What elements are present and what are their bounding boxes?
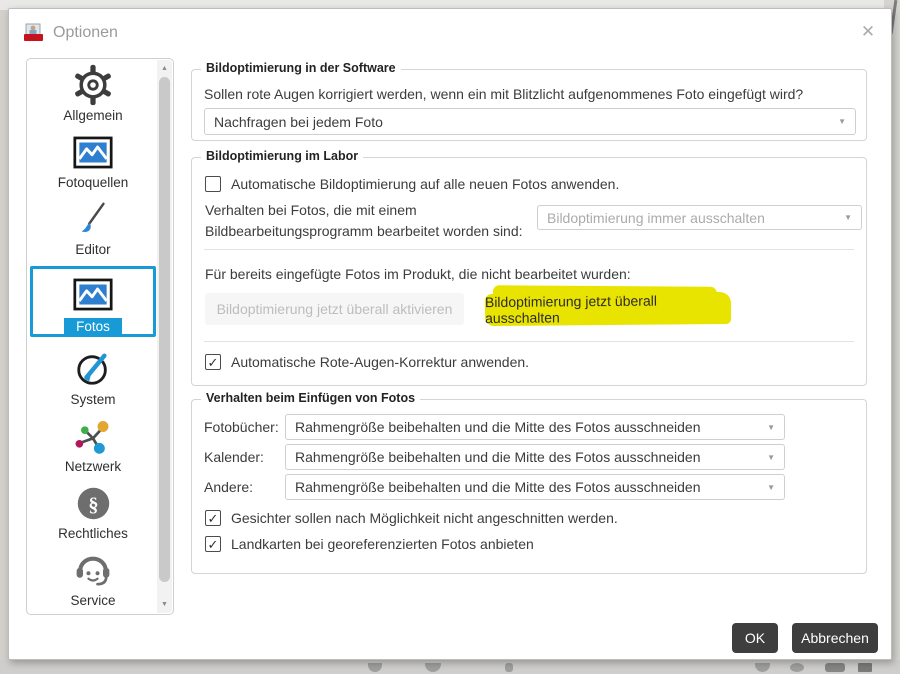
- chevron-down-icon: ▼: [844, 213, 852, 222]
- sidebar-item-label: Editor: [75, 242, 111, 257]
- chevron-down-icon: ▼: [838, 117, 846, 126]
- ok-button[interactable]: OK: [732, 623, 778, 653]
- sidebar-item-rechtliches[interactable]: § Rechtliches: [30, 483, 156, 541]
- dialog-title: Optionen: [53, 24, 118, 41]
- chevron-down-icon: ▼: [767, 422, 775, 432]
- cancel-button[interactable]: Abbrechen: [792, 623, 878, 653]
- divider: [204, 249, 854, 250]
- row-label: Kalender:: [204, 449, 264, 465]
- sidebar-item-editor[interactable]: Editor: [30, 199, 156, 257]
- sidebar-item-label: Fotoquellen: [57, 175, 129, 190]
- edited-photos-dropdown: Bildoptimierung immer ausschalten ▼: [537, 205, 862, 230]
- background-thumbnail: [425, 663, 441, 672]
- group-software-optimization: Bildoptimierung in der Software Sollen r…: [191, 61, 867, 141]
- gear-icon: [72, 64, 114, 106]
- sidebar-scrollbar[interactable]: ▲ ▼: [157, 60, 172, 613]
- scrollbar-thumb[interactable]: [159, 77, 170, 582]
- checkbox-checked[interactable]: ✓: [205, 536, 221, 552]
- sidebar-item-label: Allgemein: [63, 108, 123, 123]
- sidebar-item-netzwerk[interactable]: Netzwerk: [30, 416, 156, 474]
- deactivate-optimization-button[interactable]: Bildoptimierung jetzt überall ausschalte…: [484, 291, 732, 327]
- kalender-row: Kalender: Rahmengröße beibehalten und di…: [204, 444, 785, 470]
- activate-optimization-button: Bildoptimierung jetzt überall aktivieren: [205, 293, 464, 325]
- checkbox-checked[interactable]: ✓: [205, 354, 221, 370]
- sidebar-item-label: System: [70, 392, 116, 407]
- group-legend: Bildoptimierung im Labor: [201, 149, 364, 163]
- background-thumbnail: [368, 663, 382, 672]
- checkbox-label: Landkarten bei georeferenzierten Fotos a…: [231, 536, 534, 552]
- group-legend: Verhalten beim Einfügen von Fotos: [201, 391, 421, 405]
- checkbox-label: Automatische Rote-Augen-Korrektur anwend…: [231, 354, 530, 370]
- sidebar-item-label: Rechtliches: [58, 526, 128, 541]
- dropdown-value: Rahmengröße beibehalten und die Mitte de…: [295, 419, 701, 435]
- gauge-icon: [74, 349, 112, 389]
- titlebar: Optionen ✕: [9, 9, 891, 53]
- brush-icon: [74, 199, 112, 239]
- faces-checkbox-row[interactable]: ✓ Gesichter sollen nach Möglichkeit nich…: [205, 510, 618, 526]
- fotobuecher-row: Fotobücher: Rahmengröße beibehalten und …: [204, 414, 785, 440]
- background-thumbnail: [790, 663, 804, 672]
- fotobuecher-dropdown[interactable]: Rahmengröße beibehalten und die Mitte de…: [285, 414, 785, 440]
- kalender-dropdown[interactable]: Rahmengröße beibehalten und die Mitte de…: [285, 444, 785, 470]
- sidebar-item-label: Fotos: [64, 318, 122, 337]
- checkbox-unchecked[interactable]: [205, 176, 221, 192]
- andere-row: Andere: Rahmengröße beibehalten und die …: [204, 474, 785, 500]
- background-strip-bottom: [0, 660, 900, 674]
- checkbox-label: Gesichter sollen nach Möglichkeit nicht …: [231, 510, 618, 526]
- chevron-down-icon: ▼: [767, 452, 775, 462]
- redeye-behavior-dropdown[interactable]: Nachfragen bei jedem Foto ▼: [204, 108, 856, 135]
- background-thumbnail: [755, 663, 770, 672]
- row-label: Fotobücher:: [204, 419, 279, 435]
- inserted-photos-label: Für bereits eingefügte Fotos im Produkt,…: [205, 266, 631, 282]
- paragraph-icon: §: [75, 483, 112, 523]
- group-legend: Bildoptimierung in der Software: [201, 61, 401, 75]
- row-label: Andere:: [204, 479, 254, 495]
- photo-icon: [73, 132, 113, 172]
- maps-checkbox-row[interactable]: ✓ Landkarten bei georeferenzierten Fotos…: [205, 536, 534, 552]
- options-dialog: Optionen ✕ Allgemein Fotoquellen Editor …: [8, 8, 892, 660]
- network-icon: [73, 416, 113, 456]
- sidebar-item-fotos[interactable]: Fotos: [30, 266, 156, 337]
- checkbox-label: Automatische Bildoptimierung auf alle ne…: [231, 176, 620, 192]
- group-lab-optimization: Bildoptimierung im Labor Automatische Bi…: [191, 149, 867, 386]
- dropdown-value: Rahmengröße beibehalten und die Mitte de…: [295, 449, 701, 465]
- andere-dropdown[interactable]: Rahmengröße beibehalten und die Mitte de…: [285, 474, 785, 500]
- dropdown-value: Rahmengröße beibehalten und die Mitte de…: [295, 479, 701, 495]
- redeye-correction-checkbox-row[interactable]: ✓ Automatische Rote-Augen-Korrektur anwe…: [205, 354, 529, 370]
- sidebar-item-fotoquellen[interactable]: Fotoquellen: [30, 132, 156, 190]
- scroll-down-icon[interactable]: ▼: [157, 597, 172, 612]
- background-thumbnail: [505, 663, 513, 672]
- group-insert-behavior: Verhalten beim Einfügen von Fotos Fotobü…: [191, 391, 867, 574]
- headset-icon: [73, 550, 113, 590]
- divider: [204, 341, 854, 342]
- sidebar-item-system[interactable]: System: [30, 349, 156, 407]
- dropdown-value: Bildoptimierung immer ausschalten: [547, 209, 765, 226]
- app-logo-icon: [23, 22, 44, 43]
- sidebar-item-label: Netzwerk: [64, 459, 122, 474]
- sidebar-item-label: Service: [70, 593, 116, 608]
- checkbox-checked[interactable]: ✓: [205, 510, 221, 526]
- svg-text:§: §: [88, 493, 98, 515]
- edited-photos-label: Verhalten bei Fotos, die mit einem Bildb…: [205, 202, 523, 239]
- dropdown-value: Nachfragen bei jedem Foto: [214, 113, 383, 130]
- chevron-down-icon: ▼: [767, 482, 775, 492]
- redeye-question-label: Sollen rote Augen korrigiert werden, wen…: [204, 86, 804, 102]
- sidebar: Allgemein Fotoquellen Editor Fotos Syste…: [26, 58, 174, 615]
- sidebar-items: Allgemein Fotoquellen Editor Fotos Syste…: [27, 59, 159, 614]
- background-thumbnail: [825, 663, 845, 672]
- sidebar-item-service[interactable]: Service: [30, 550, 156, 608]
- sidebar-item-allgemein[interactable]: Allgemein: [30, 64, 156, 123]
- auto-optimization-checkbox-row[interactable]: Automatische Bildoptimierung auf alle ne…: [205, 176, 619, 192]
- photo-icon: [73, 274, 113, 314]
- scroll-up-icon[interactable]: ▲: [157, 61, 172, 76]
- background-thumbnail: [858, 663, 872, 672]
- close-icon[interactable]: ✕: [857, 21, 879, 43]
